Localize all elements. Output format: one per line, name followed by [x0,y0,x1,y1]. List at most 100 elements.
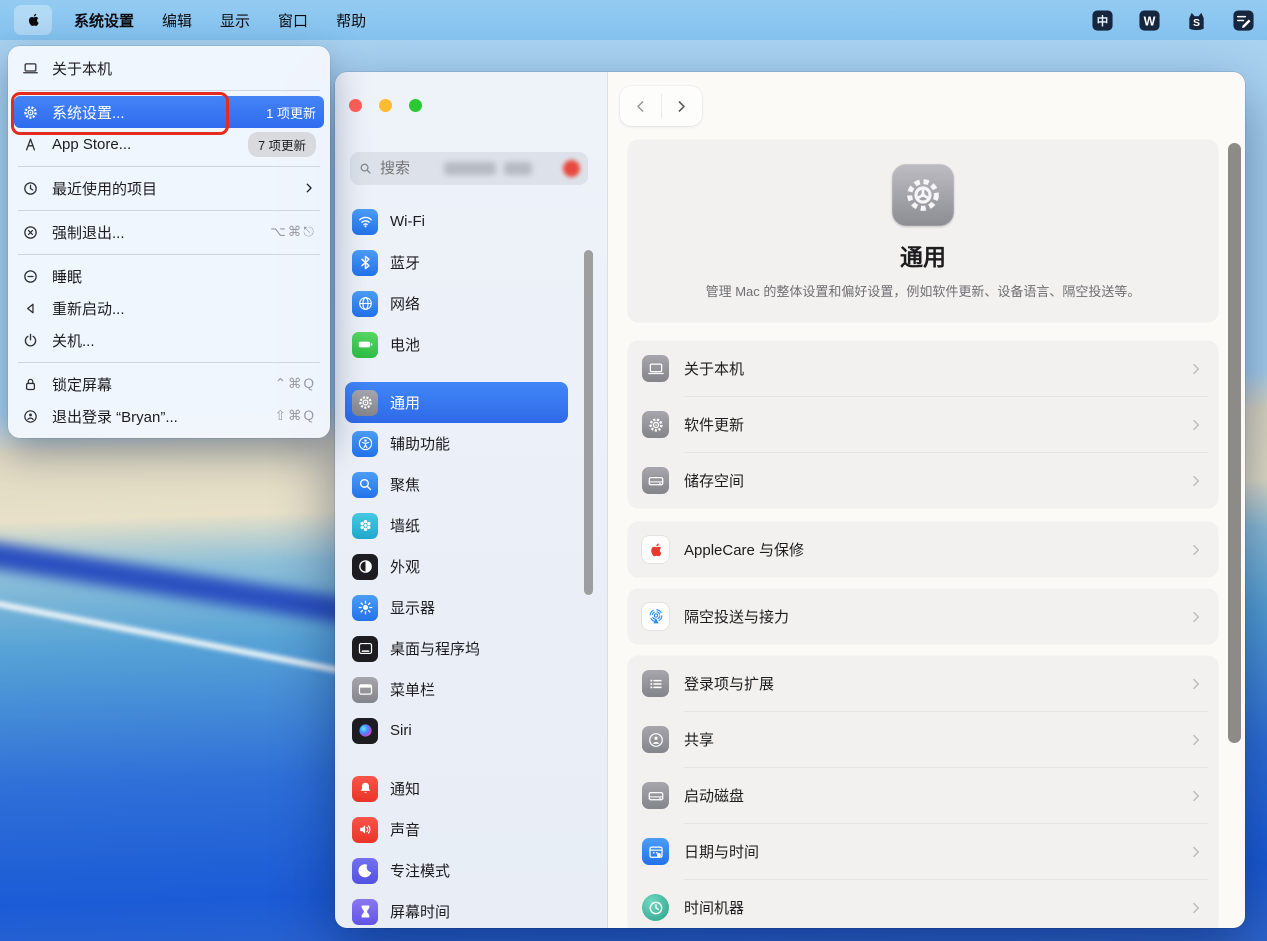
row-date-time[interactable]: 日期与时间 [628,824,1218,879]
window-controls [349,99,422,112]
notes-widget-icon[interactable] [1232,9,1255,32]
menubar-item-edit[interactable]: 编辑 [148,5,206,35]
sidebar-scrollbar[interactable] [584,250,593,595]
back-button[interactable] [620,86,661,126]
chevron-left-icon [632,98,649,115]
wps-office-icon[interactable]: W [1138,9,1161,32]
sidebar-item-siri[interactable]: Siri [345,710,568,751]
general-gear-icon [352,390,378,416]
gear-icon [22,102,42,122]
clock-icon [22,178,42,198]
displays-icon [352,595,378,621]
input-method-icon[interactable]: 中 [1091,9,1114,32]
zoom-button[interactable] [409,99,422,112]
menu-item-force-quit[interactable]: 强制退出... ⌥⌘⎋ [14,216,324,248]
svg-text:W: W [1144,14,1156,28]
search-input[interactable] [378,159,442,178]
menu-item-app-store[interactable]: App Store... 7 项更新 [14,128,324,160]
menubar-item-view[interactable]: 显示 [206,5,264,35]
menu-separator [18,160,320,172]
row-time-machine[interactable]: 时间机器 [628,880,1218,928]
force-quit-icon [22,222,42,242]
sidebar-item-accessibility[interactable]: 辅助功能 [345,423,568,464]
focus-moon-icon [352,858,378,884]
sleep-icon [22,266,42,286]
row-sharing[interactable]: 共享 [628,712,1218,767]
minimize-button[interactable] [379,99,392,112]
chevron-right-icon [1188,361,1204,377]
menubar-app-name[interactable]: 系统设置 [60,5,148,35]
shortcut-label: ⌃⌘Q [275,376,316,392]
submenu-chevron-icon [302,181,316,195]
sidebar-item-battery[interactable]: 电池 [345,324,568,365]
apple-menu-button[interactable] [14,5,52,35]
sidebar-item-wifi[interactable]: Wi-Fi [345,201,568,242]
main-scrollbar[interactable] [1228,143,1241,743]
page-title: 通用 [900,238,946,272]
menu-separator [18,356,320,368]
sound-speaker-icon [352,817,378,843]
sidebar-item-bluetooth[interactable]: 蓝牙 [345,242,568,283]
general-gear-app-icon [892,164,954,226]
notifications-bell-icon [352,776,378,802]
menu-item-restart[interactable]: 重新启动... [14,292,324,324]
row-applecare-warranty[interactable]: AppleCare 与保修 [628,522,1218,577]
shortcut-label: ⌥⌘⎋ [270,224,316,240]
svg-text:中: 中 [1097,13,1109,27]
sidebar-item-sound[interactable]: 声音 [345,809,568,850]
sidebar-item-desktop-dock[interactable]: 桌面与程序坞 [345,628,568,669]
storage-drive-icon [642,467,669,494]
chevron-right-icon [1188,900,1204,916]
sidebar-item-network[interactable]: 网络 [345,283,568,324]
menu-item-system-settings[interactable]: 系统设置... 1 项更新 [14,96,324,128]
network-globe-icon [352,291,378,317]
siri-icon [352,718,378,744]
login-items-list-icon [642,670,669,697]
row-startup-disk[interactable]: 启动磁盘 [628,768,1218,823]
forward-button[interactable] [662,86,703,126]
row-about-this-mac[interactable]: 关于本机 [628,341,1218,396]
sidebar-item-notifications[interactable]: 通知 [345,768,568,809]
cat-s-icon[interactable]: S [1185,9,1208,32]
menu-item-shut-down[interactable]: 关机... [14,324,324,356]
svg-text:S: S [1193,16,1200,28]
menu-separator [18,248,320,260]
sidebar-search-field[interactable] [350,152,588,185]
menu-item-about-this-mac[interactable]: 关于本机 [14,52,324,84]
menu-item-lock-screen[interactable]: 锁定屏幕 ⌃⌘Q [14,368,324,400]
date-time-calendar-icon [642,838,669,865]
battery-icon [352,332,378,358]
settings-group: AppleCare 与保修 [628,522,1218,577]
sidebar-item-wallpaper[interactable]: 墙纸 [345,505,568,546]
sidebar-item-appearance[interactable]: 外观 [345,546,568,587]
chevron-right-icon [1188,473,1204,489]
menubar-item-window[interactable]: 窗口 [264,5,322,35]
sidebar-item-focus[interactable]: 专注模式 [345,850,568,891]
wallpaper-icon [352,513,378,539]
sidebar-item-menu-bar[interactable]: 菜单栏 [345,669,568,710]
row-airdrop-handoff[interactable]: 隔空投送与接力 [628,589,1218,644]
sidebar-item-displays[interactable]: 显示器 [345,587,568,628]
sharing-person-icon [642,726,669,753]
menu-item-recent-items[interactable]: 最近使用的项目 [14,172,324,204]
menu-item-log-out[interactable]: 退出登录 “Bryan”... ⇧⌘Q [14,400,324,432]
menubar-item-help[interactable]: 帮助 [322,5,380,35]
close-button[interactable] [349,99,362,112]
lock-icon [22,374,42,394]
chevron-right-icon [1188,732,1204,748]
row-storage[interactable]: 储存空间 [628,453,1218,508]
page-subtitle: 管理 Mac 的整体设置和偏好设置，例如软件更新、设备语言、隔空投送等。 [706,281,1141,300]
bluetooth-icon [352,250,378,276]
sidebar-nav-list: Wi-Fi 蓝牙 网络 电池 通用 辅助功能 [335,201,607,928]
row-login-items-extensions[interactable]: 登录项与扩展 [628,656,1218,711]
sidebar-item-screen-time[interactable]: 屏幕时间 [345,891,568,928]
sidebar-item-spotlight[interactable]: 聚焦 [345,464,568,505]
spotlight-icon [352,472,378,498]
screen-time-hourglass-icon [352,899,378,925]
menu-item-sleep[interactable]: 睡眠 [14,260,324,292]
appearance-icon [352,554,378,580]
sidebar-item-general[interactable]: 通用 [345,382,568,423]
wifi-icon [352,209,378,235]
settings-sidebar: Wi-Fi 蓝牙 网络 电池 通用 辅助功能 [335,72,608,928]
row-software-update[interactable]: 软件更新 [628,397,1218,452]
